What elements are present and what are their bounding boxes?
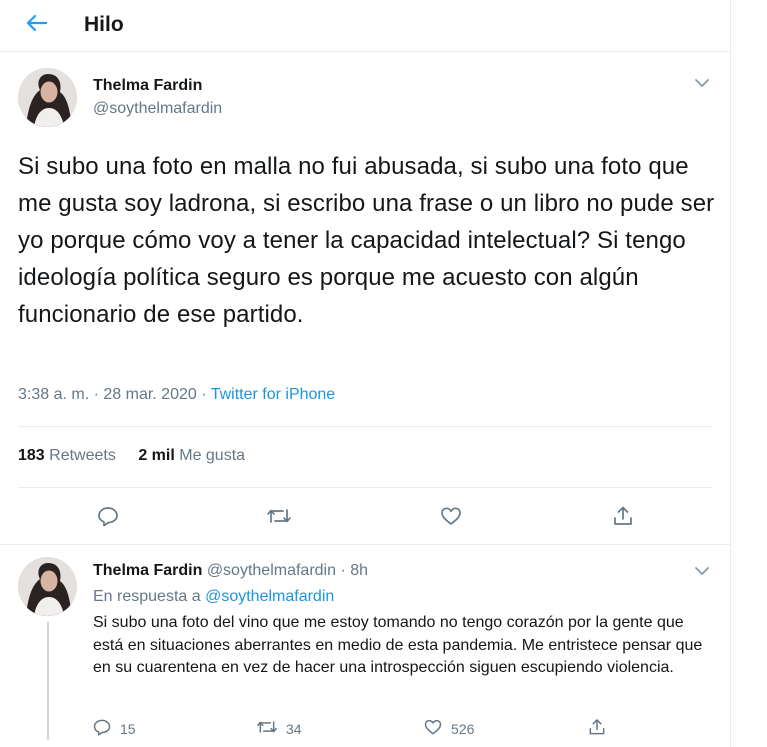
reply-icon[interactable] <box>95 503 121 529</box>
reply-mention[interactable]: @soythelmafardin <box>205 588 334 605</box>
reply-author-name[interactable]: Thelma Fardin <box>93 562 202 579</box>
divider <box>18 426 712 427</box>
section-divider <box>0 544 731 545</box>
retweet-count: 34 <box>286 720 302 737</box>
avatar[interactable] <box>18 68 77 127</box>
retweets-label: Retweets <box>49 447 116 464</box>
reply-text: Si subo una foto del vino que me estoy t… <box>93 614 703 676</box>
retweets-stat[interactable]: 183 Retweets <box>18 447 116 464</box>
reply-header: Thelma Fardin @soythelmafardin · 8h <box>93 562 368 580</box>
reply-prefix: En respuesta a <box>93 588 206 605</box>
reply-handle-time[interactable]: @soythelmafardin · 8h <box>207 562 368 579</box>
header: Hilo <box>0 0 731 52</box>
likes-count: 2 mil <box>138 447 175 464</box>
back-button[interactable] <box>18 8 56 42</box>
chevron-down-icon[interactable] <box>692 564 712 578</box>
retweets-count: 183 <box>18 447 45 464</box>
share-action[interactable] <box>587 717 607 740</box>
reply-icon <box>92 717 112 740</box>
retweet-icon[interactable] <box>266 503 292 529</box>
share-icon <box>587 717 607 740</box>
share-icon[interactable] <box>610 503 636 529</box>
arrow-left-icon <box>26 14 48 37</box>
divider <box>18 487 712 488</box>
like-action[interactable]: 526 <box>423 717 474 740</box>
author-name[interactable]: Thelma Fardin <box>93 77 202 95</box>
tweet-time[interactable]: 3:38 a. m. · 28 mar. 2020 · <box>18 386 211 403</box>
retweet-action[interactable]: 34 <box>256 717 302 740</box>
likes-stat[interactable]: 2 mil Me gusta <box>138 447 245 464</box>
like-icon <box>423 717 443 740</box>
reply-action[interactable]: 15 <box>92 717 136 740</box>
retweet-icon <box>256 717 278 740</box>
reply-count: 15 <box>120 720 136 737</box>
author-handle[interactable]: @soythelmafardin <box>93 100 222 118</box>
tweet-text: Si subo una foto en malla no fui abusada… <box>18 153 715 328</box>
page-title: Hilo <box>84 13 124 36</box>
thread-line <box>47 622 49 740</box>
chevron-down-icon[interactable] <box>692 76 712 90</box>
avatar[interactable] <box>18 557 77 616</box>
replying-to: En respuesta a @soythelmafardin <box>93 588 334 606</box>
tweet-source[interactable]: Twitter for iPhone <box>211 386 336 403</box>
thread-column: Hilo Thelma Fardin @soythelmafardin Si s… <box>0 0 731 747</box>
like-count: 526 <box>451 720 475 737</box>
tweet-stats: 183 Retweets 2 mil Me gusta <box>18 447 263 465</box>
likes-label: Me gusta <box>179 447 246 464</box>
tweet-meta: 3:38 a. m. · 28 mar. 2020 · Twitter for … <box>18 386 335 404</box>
like-icon[interactable] <box>438 503 464 529</box>
